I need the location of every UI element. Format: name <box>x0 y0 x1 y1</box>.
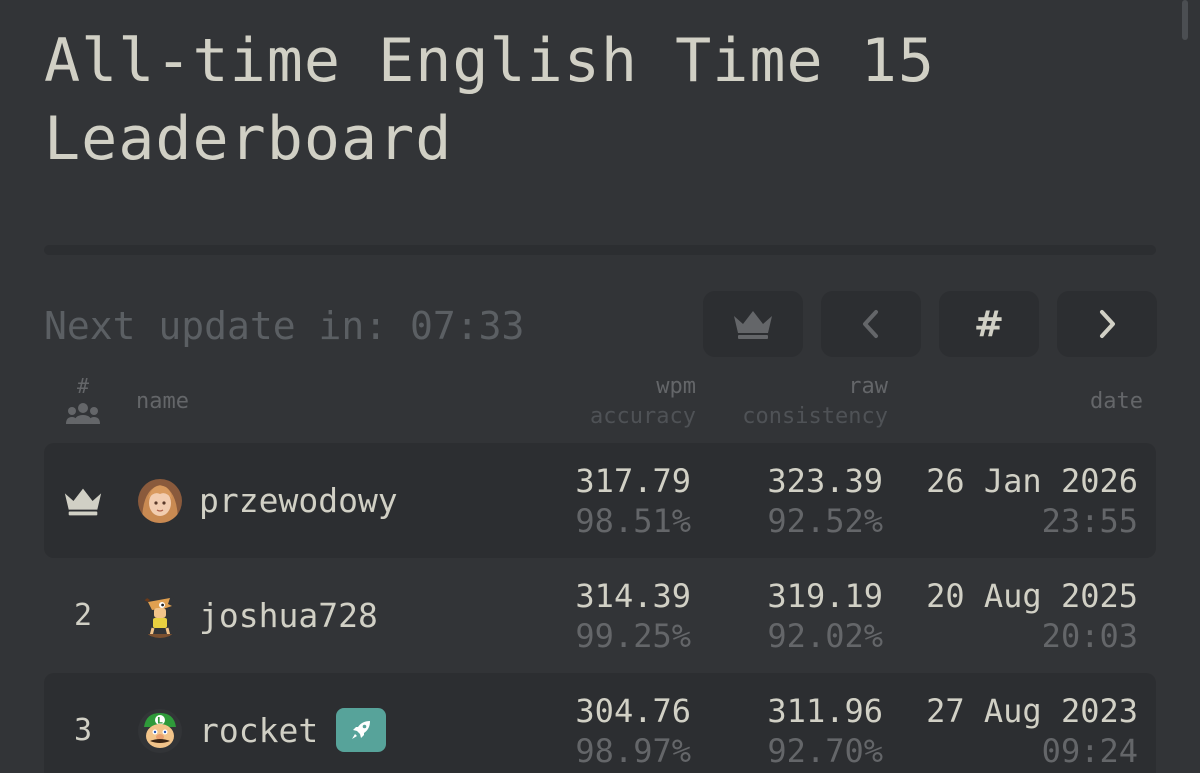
raw-cell: 311.96 92.70% <box>767 691 883 771</box>
date-cell: 27 Aug 2023 09:24 <box>926 691 1138 771</box>
crown-icon <box>64 488 102 515</box>
rank-cell: 3 <box>73 713 93 748</box>
raw-header-label: raw <box>848 374 888 399</box>
wpm-header[interactable]: wpm accuracy <box>590 372 696 432</box>
leaderboard-table: przewodowy 317.79 98.51% 323.39 92.52% 2… <box>44 443 1156 773</box>
date-cell: 26 Jan 2026 23:55 <box>926 461 1138 541</box>
raw-value: 319.19 <box>767 577 883 615</box>
supporter-badge <box>336 708 386 752</box>
raw-value: 311.96 <box>767 692 883 730</box>
table-row[interactable]: 3 L rocket 304.76 98.97% 311.96 92.70% 2… <box>44 673 1156 773</box>
time-value: 09:24 <box>1041 732 1138 770</box>
jump-to-position-button[interactable]: # <box>939 291 1039 357</box>
previous-page-button[interactable] <box>821 291 921 357</box>
hash-label: # <box>973 303 1005 345</box>
wpm-cell: 317.79 98.51% <box>575 461 691 541</box>
crown-icon <box>734 311 772 339</box>
username[interactable]: przewodowy <box>199 479 398 523</box>
accuracy-value: 99.25% <box>575 617 691 655</box>
date-value: 26 Jan 2026 <box>926 462 1138 500</box>
first-page-button[interactable] <box>703 291 803 357</box>
chevron-left-icon <box>863 310 878 338</box>
next-update-text: Next update in: 07:33 <box>44 304 525 348</box>
rank-cell: 2 <box>73 598 93 633</box>
rank-header-label: # <box>76 374 90 398</box>
wpm-value: 304.76 <box>575 692 691 730</box>
table-header: # name wpm accuracy raw consistency date <box>44 372 1156 438</box>
raw-cell: 323.39 92.52% <box>767 461 883 541</box>
users-icon <box>66 403 100 424</box>
date-cell: 20 Aug 2025 20:03 <box>926 576 1138 656</box>
wpm-header-label: wpm <box>656 374 696 399</box>
rank-cell <box>58 443 108 558</box>
pagination-controls: # <box>703 291 1157 357</box>
accuracy-value: 98.97% <box>575 732 691 770</box>
date-value: 20 Aug 2025 <box>926 577 1138 615</box>
rocket-icon <box>352 721 370 739</box>
consistency-value: 92.02% <box>767 617 883 655</box>
raw-cell: 319.19 92.02% <box>767 576 883 656</box>
wpm-cell: 314.39 99.25% <box>575 576 691 656</box>
leaderboard-page: All-time English Time 15 Leaderboard Nex… <box>0 0 1200 773</box>
time-value: 23:55 <box>1041 502 1138 540</box>
date-header[interactable]: date <box>1090 388 1143 416</box>
wpm-cell: 304.76 98.97% <box>575 691 691 771</box>
username[interactable]: rocket <box>199 709 318 753</box>
wpm-value: 314.39 <box>575 577 691 615</box>
divider <box>44 245 1156 255</box>
raw-header[interactable]: raw consistency <box>742 372 888 432</box>
next-page-button[interactable] <box>1057 291 1157 357</box>
table-row[interactable]: przewodowy 317.79 98.51% 323.39 92.52% 2… <box>44 443 1156 558</box>
chevron-right-icon <box>1100 310 1115 338</box>
table-row[interactable]: 2 joshua728 314.39 99.25% 319.19 92.02% … <box>44 558 1156 673</box>
consistency-value: 92.52% <box>767 502 883 540</box>
time-value: 20:03 <box>1041 617 1138 655</box>
avatar[interactable] <box>138 594 182 638</box>
page-title: All-time English Time 15 Leaderboard <box>44 26 935 174</box>
name-header[interactable]: name <box>136 388 189 416</box>
username[interactable]: joshua728 <box>199 594 378 638</box>
scrollbar[interactable] <box>1182 0 1188 40</box>
accuracy-header-label: accuracy <box>590 404 696 429</box>
rank-header: # <box>58 372 108 424</box>
raw-value: 323.39 <box>767 462 883 500</box>
consistency-header-label: consistency <box>742 404 888 429</box>
wpm-value: 317.79 <box>575 462 691 500</box>
avatar[interactable]: L <box>138 709 182 753</box>
avatar[interactable] <box>138 479 182 523</box>
consistency-value: 92.70% <box>767 732 883 770</box>
date-value: 27 Aug 2023 <box>926 692 1138 730</box>
accuracy-value: 98.51% <box>575 502 691 540</box>
